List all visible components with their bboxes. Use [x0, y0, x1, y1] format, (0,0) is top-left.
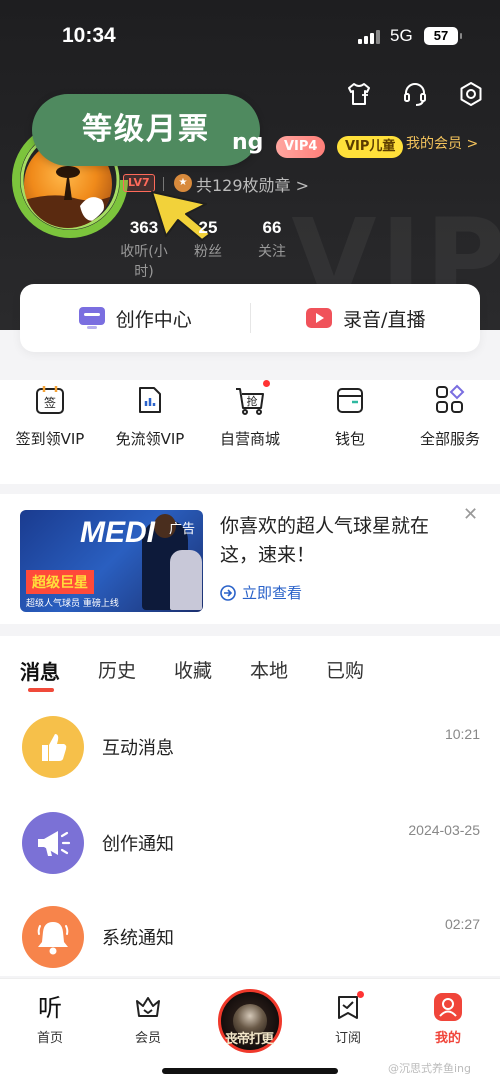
list-item-interactions[interactable]: 互动消息 10:21 [0, 716, 500, 806]
arrow-circle-icon [220, 584, 236, 601]
megaphone-icon [22, 812, 84, 874]
thumbs-up-icon [22, 716, 84, 778]
service-wallet[interactable]: 钱包 [300, 380, 400, 484]
my-membership-link[interactable]: 我的会员 > [406, 133, 478, 153]
service-data-free-vip[interactable]: 免流领VIP [100, 380, 200, 484]
status-time: 10:34 [62, 24, 116, 47]
ad-view-now-link[interactable]: 立即查看 [220, 582, 302, 603]
bell-icon [22, 906, 84, 968]
quick-services: 签 签到领VIP 免流领VIP 抢 自营商城 钱包 全部服务 [0, 380, 500, 484]
wallet-icon [334, 384, 366, 416]
now-playing-disc[interactable]: 丧帝打更 [218, 989, 282, 1053]
home-indicator[interactable] [162, 1068, 338, 1074]
user-icon [434, 993, 462, 1021]
creation-center-icon [78, 307, 105, 329]
status-bar: 10:34 5G 57 [0, 18, 500, 58]
stat-followers[interactable]: 25 粉丝 [176, 218, 240, 281]
record-live-button[interactable]: 录音/直播 [251, 305, 481, 332]
creation-center-button[interactable]: 创作中心 [20, 305, 250, 332]
subscribe-icon [334, 991, 364, 1021]
tab-messages[interactable]: 消息 [20, 656, 60, 692]
list-item-creation-notice[interactable]: 创作通知 2024-03-25 [0, 812, 500, 902]
ad-image-tag: 超级巨星 [26, 570, 94, 594]
notification-dot [263, 380, 270, 387]
tabbar-mine[interactable]: 我的 [418, 993, 478, 1046]
battery-icon: 57 [424, 27, 462, 45]
data-free-icon [134, 384, 166, 416]
stat-listen-hours[interactable]: 363 收听(小时) [112, 218, 176, 281]
sign-in-icon: 签 [34, 384, 66, 416]
watermark: @沉思式养鱼ing [388, 1062, 472, 1075]
tab-history[interactable]: 历史 [98, 656, 136, 685]
creation-center-label: 创作中心 [115, 308, 192, 331]
ad-image-subtitle: 超级人气球员 重磅上线 [26, 599, 119, 609]
mall-icon: 抢 [234, 380, 270, 416]
album-cover-text: 丧帝打更 [225, 1032, 274, 1047]
profile-header: VIP 10:34 5G 57 等级月票 ng VIP4 VIP儿童 我的会员 … [0, 0, 500, 330]
vip-level-badge[interactable]: VIP4 [276, 136, 326, 158]
tab-favorites[interactable]: 收藏 [174, 656, 212, 685]
content-tabs: 消息 历史 收藏 本地 已购 [20, 656, 364, 692]
svg-text:听: 听 [38, 994, 62, 1021]
tab-local[interactable]: 本地 [250, 656, 288, 685]
record-live-icon [306, 308, 333, 328]
service-sign-in-vip[interactable]: 签 签到领VIP [0, 380, 100, 484]
home-listen-icon: 听 [36, 993, 64, 1022]
tabbar-home[interactable]: 听 首页 [20, 993, 80, 1046]
signal-icon [358, 28, 380, 44]
service-mall[interactable]: 抢 自营商城 [200, 380, 300, 484]
vip-kids-badge[interactable]: VIP儿童 [337, 136, 404, 158]
svg-text:抢: 抢 [247, 394, 258, 408]
creation-card: 创作中心 录音/直播 [20, 284, 480, 352]
tab-purchased[interactable]: 已购 [326, 656, 364, 685]
nickname[interactable]: ng [232, 130, 263, 155]
customer-service-icon[interactable] [401, 80, 429, 108]
record-live-label: 录音/直播 [343, 308, 426, 331]
ad-image-title: MEDI [80, 516, 155, 549]
tabbar-subscribe[interactable]: 订阅 [318, 991, 378, 1046]
settings-icon[interactable] [457, 80, 485, 108]
ad-banner[interactable]: MEDI 超级巨星 超级人气球员 重磅上线 你喜欢的超人气球星就在这，速来！ 立… [0, 494, 500, 624]
notification-dot [357, 991, 364, 998]
player-figure [170, 550, 202, 610]
close-icon[interactable]: ✕ [463, 504, 478, 525]
service-all[interactable]: 全部服务 [400, 380, 500, 484]
level-ticket-tag: 等级月票 [32, 94, 260, 166]
ad-title: 你喜欢的超人气球星就在这，速来！ [220, 515, 430, 566]
header-actions [345, 80, 485, 108]
ad-label: 广告 [169, 522, 196, 537]
network-type: 5G [390, 26, 413, 45]
stat-following[interactable]: 66 关注 [240, 218, 304, 281]
tabbar-member[interactable]: 会员 [118, 993, 178, 1046]
svg-text:签: 签 [44, 395, 56, 410]
profile-stats: 363 收听(小时) 25 粉丝 66 关注 [112, 218, 304, 281]
dress-up-icon[interactable] [345, 80, 373, 108]
crown-icon [134, 993, 162, 1021]
all-services-icon [434, 384, 466, 416]
content-section: 消息 历史 收藏 本地 已购 互动消息 10:21 创作通知 2024-03-2… [0, 636, 500, 976]
